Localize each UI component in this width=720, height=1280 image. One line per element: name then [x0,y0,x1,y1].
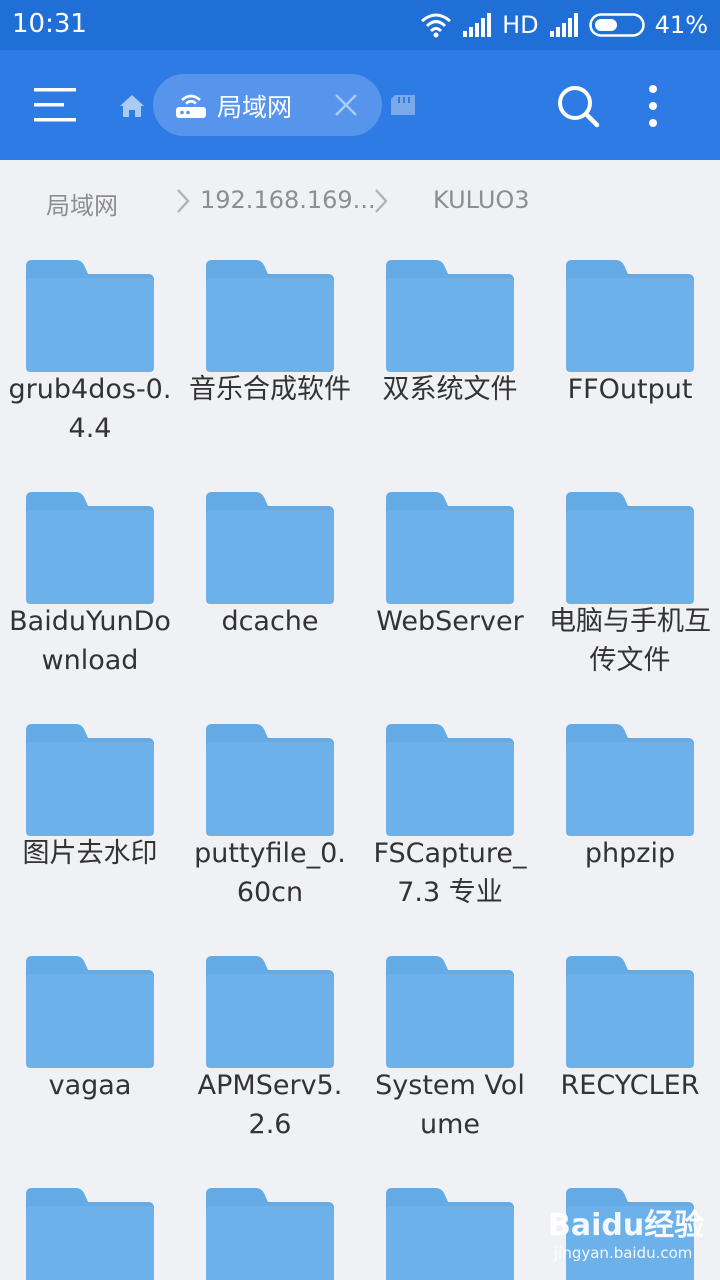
folder-item[interactable] [0,1170,180,1280]
folder-icon [206,260,334,372]
folder-icon [206,1188,334,1280]
watermark-logo: Baidu经验 [548,1208,705,1243]
folder-icon [566,492,694,604]
folder-name: dcache [221,606,319,637]
folder-name: grub4dos-0.4.4 [8,374,172,444]
folder-icon [386,724,514,836]
folder-item[interactable]: vagaa [0,938,180,1170]
folder-item[interactable]: 电脑与手机互传文件 [540,474,720,706]
folder-name: puttyfile_0.60cn [194,838,346,908]
folder-item[interactable]: APMServ5.2.6 [180,938,360,1170]
folder-item[interactable] [180,1170,360,1280]
folder-icon [206,724,334,836]
folder-item[interactable]: RECYCLER [540,938,720,1170]
folder-item[interactable] [360,1170,540,1280]
folder-name: FSCapture_7.3 专业 [373,838,527,908]
watermark-url: jingyan.baidu.com [554,1244,693,1262]
folder-name: RECYCLER [560,1070,700,1101]
folder-grid: grub4dos-0.4.4 音乐合成软件 双系统文件 FFOutput Bai… [0,0,720,1280]
folder-icon [26,724,154,836]
folder-name: BaiduYunDownload [9,606,171,676]
folder-item[interactable]: 图片去水印 [0,706,180,938]
baidu-watermark: Baidu经验 jingyan.baidu.com [548,1200,714,1268]
folder-item[interactable]: grub4dos-0.4.4 [0,242,180,474]
folder-name: FFOutput [567,374,693,405]
folder-name: 双系统文件 [382,374,518,405]
folder-icon [386,492,514,604]
folder-name: 图片去水印 [22,838,158,869]
folder-icon [206,492,334,604]
folder-item[interactable]: WebServer [360,474,540,706]
folder-icon [566,260,694,372]
folder-icon [386,1188,514,1280]
folder-name: vagaa [48,1070,132,1101]
folder-name: 电脑与手机互传文件 [549,606,711,676]
folder-item[interactable]: FSCapture_7.3 专业 [360,706,540,938]
folder-icon [566,956,694,1068]
folder-name: APMServ5.2.6 [197,1070,343,1140]
folder-item[interactable]: puttyfile_0.60cn [180,706,360,938]
folder-icon [26,956,154,1068]
folder-name: System Volume [375,1070,525,1140]
folder-name: WebServer [376,606,524,637]
folder-item[interactable]: dcache [180,474,360,706]
folder-icon [386,956,514,1068]
folder-item[interactable]: System Volume [360,938,540,1170]
folder-item[interactable]: BaiduYunDownload [0,474,180,706]
folder-icon [26,260,154,372]
folder-icon [386,260,514,372]
folder-icon [26,492,154,604]
folder-name: 音乐合成软件 [189,374,351,405]
folder-item[interactable]: phpzip [540,706,720,938]
folder-name: phpzip [584,838,676,869]
folder-item[interactable]: 音乐合成软件 [180,242,360,474]
folder-icon [566,724,694,836]
folder-icon [26,1188,154,1280]
folder-item[interactable]: 双系统文件 [360,242,540,474]
folder-icon [206,956,334,1068]
folder-item[interactable]: FFOutput [540,242,720,474]
